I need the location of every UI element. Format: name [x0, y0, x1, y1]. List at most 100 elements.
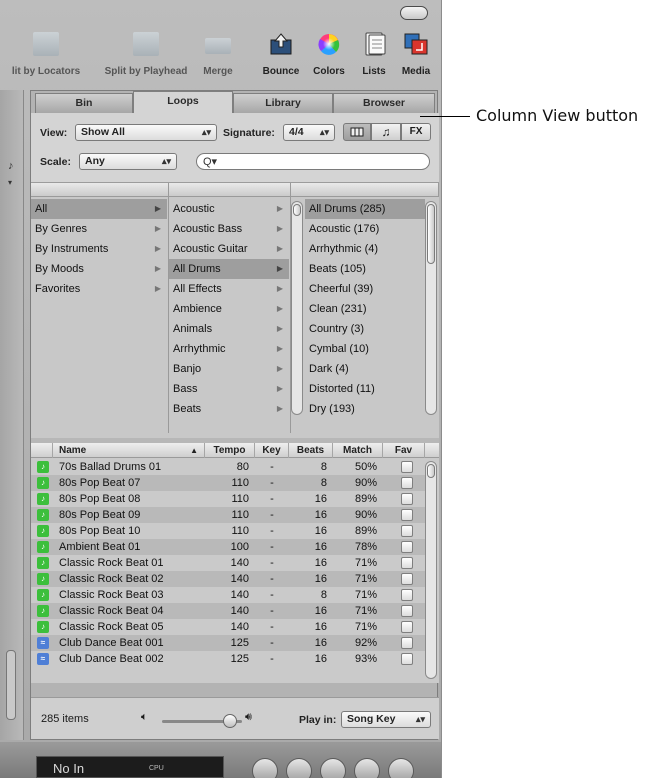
category-item[interactable]: By Moods ▶ — [31, 259, 167, 279]
keyword-item[interactable]: Cheerful (39) — [305, 279, 425, 299]
fx-view-button[interactable]: FX — [401, 123, 431, 141]
table-row[interactable]: ♪ 70s Ballad Drums 01 80 - 8 50% — [31, 459, 425, 475]
subcategory-item[interactable]: Animals ▶ — [169, 319, 289, 339]
favorite-checkbox[interactable] — [401, 573, 413, 585]
favorite-checkbox[interactable] — [401, 637, 413, 649]
audio-loop-icon: ♪ — [37, 589, 49, 601]
rewind-button[interactable] — [252, 758, 278, 778]
lists-button[interactable]: Lists — [354, 28, 394, 84]
subcategory-item[interactable]: Banjo ▶ — [169, 359, 289, 379]
keyword-scrollbar[interactable] — [425, 201, 437, 415]
scrollbar-thumb[interactable] — [427, 464, 435, 478]
subcategory-item[interactable]: Beats ▶ — [169, 399, 289, 419]
subcategory-item[interactable]: All Effects ▶ — [169, 279, 289, 299]
column-scrollbar[interactable] — [291, 201, 303, 415]
play-button[interactable] — [320, 758, 346, 778]
column-header-tempo[interactable]: Tempo — [205, 443, 255, 458]
table-row[interactable]: ≈ Club Dance Beat 002 125 - 16 93% — [31, 651, 425, 667]
merge-button[interactable]: Merge — [198, 28, 238, 84]
lcd-text: No In — [53, 761, 85, 776]
table-row[interactable]: ♪ 80s Pop Beat 08 110 - 16 89% — [31, 491, 425, 507]
category-item[interactable]: Favorites ▶ — [31, 279, 167, 299]
media-button[interactable]: Media — [394, 28, 438, 84]
toolbar-toggle-button[interactable] — [400, 6, 428, 20]
cell-tempo: 140 — [230, 605, 249, 617]
column-header-fav[interactable]: Fav — [383, 443, 425, 458]
forward-button[interactable] — [354, 758, 380, 778]
tab-browser[interactable]: Browser — [333, 93, 435, 113]
favorite-checkbox[interactable] — [401, 461, 413, 473]
subcategory-item[interactable]: Bass ▶ — [169, 379, 289, 399]
favorite-checkbox[interactable] — [401, 541, 413, 553]
keyword-item[interactable]: Cymbal (10) — [305, 339, 425, 359]
favorite-checkbox[interactable] — [401, 493, 413, 505]
keyword-item[interactable]: Dry (193) — [305, 399, 425, 419]
cell-tempo: 110 — [231, 509, 249, 521]
column-header-key[interactable]: Key — [255, 443, 289, 458]
cell-match: 93% — [354, 653, 377, 665]
table-row[interactable]: ♪ Classic Rock Beat 05 140 - 16 71% — [31, 619, 425, 635]
view-popup[interactable]: Show All ▴▾ — [75, 124, 217, 141]
column-view-button[interactable] — [343, 123, 371, 141]
keyword-item[interactable]: Dark (4) — [305, 359, 425, 379]
split-by-locators-button[interactable]: lit by Locators — [0, 28, 92, 84]
table-row[interactable]: ♪ Classic Rock Beat 04 140 - 16 71% — [31, 603, 425, 619]
table-row[interactable]: ≈ Club Dance Beat 001 125 - 16 92% — [31, 635, 425, 651]
keyword-item[interactable]: Distorted (11) — [305, 379, 425, 399]
music-view-button[interactable]: ♫ — [371, 123, 401, 141]
volume-fader[interactable] — [6, 650, 16, 720]
subcategory-item[interactable]: Acoustic ▶ — [169, 199, 289, 219]
table-row[interactable]: ♪ Classic Rock Beat 03 140 - 8 71% — [31, 587, 425, 603]
bounce-button[interactable]: Bounce — [256, 28, 306, 84]
keyword-item[interactable]: Acoustic (176) — [305, 219, 425, 239]
keyword-item[interactable]: Country (3) — [305, 319, 425, 339]
scale-popup[interactable]: Any ▴▾ — [79, 153, 177, 170]
table-scrollbar[interactable] — [425, 461, 437, 679]
preview-volume-knob[interactable] — [223, 714, 237, 728]
tab-bin[interactable]: Bin — [35, 93, 133, 113]
stop-button[interactable] — [286, 758, 312, 778]
favorite-checkbox[interactable] — [401, 525, 413, 537]
tab-library[interactable]: Library — [233, 93, 333, 113]
favorite-checkbox[interactable] — [401, 589, 413, 601]
record-button[interactable] — [388, 758, 414, 778]
subcategory-item[interactable]: All Drums ▶ — [169, 259, 289, 279]
column-header-match[interactable]: Match — [333, 443, 383, 458]
subcategory-item[interactable]: Ambience ▶ — [169, 299, 289, 319]
colors-button[interactable]: Colors — [306, 28, 352, 84]
play-in-popup[interactable]: Song Key ▴▾ — [341, 711, 431, 728]
category-item[interactable]: By Instruments ▶ — [31, 239, 167, 259]
keyword-item[interactable]: Arrhythmic (4) — [305, 239, 425, 259]
favorite-checkbox[interactable] — [401, 621, 413, 633]
table-row[interactable]: ♪ Classic Rock Beat 01 140 - 16 71% — [31, 555, 425, 571]
table-row[interactable]: ♪ Ambient Beat 01 100 - 16 78% — [31, 539, 425, 555]
favorite-checkbox[interactable] — [401, 509, 413, 521]
category-item[interactable]: By Genres ▶ — [31, 219, 167, 239]
keyword-item[interactable]: Beats (105) — [305, 259, 425, 279]
scrollbar-thumb[interactable] — [427, 204, 435, 264]
keyword-item[interactable]: Clean (231) — [305, 299, 425, 319]
favorite-checkbox[interactable] — [401, 477, 413, 489]
favorite-checkbox[interactable] — [401, 653, 413, 665]
cell-name: 80s Pop Beat 10 — [59, 525, 141, 537]
favorite-checkbox[interactable] — [401, 557, 413, 569]
scrollbar-thumb[interactable] — [293, 204, 301, 216]
column-header-beats[interactable]: Beats — [289, 443, 333, 458]
subcategory-item[interactable]: Acoustic Bass ▶ — [169, 219, 289, 239]
table-row[interactable]: ♪ 80s Pop Beat 10 110 - 16 89% — [31, 523, 425, 539]
table-row[interactable]: ♪ 80s Pop Beat 07 110 - 8 90% — [31, 475, 425, 491]
split-by-playhead-button[interactable]: Split by Playhead — [96, 28, 196, 84]
column-header-name[interactable]: Name ▲ — [53, 443, 205, 458]
favorite-checkbox[interactable] — [401, 605, 413, 617]
table-row[interactable]: ♪ Classic Rock Beat 02 140 - 16 71% — [31, 571, 425, 587]
category-item[interactable]: All ▶ — [31, 199, 167, 219]
signature-popup[interactable]: 4/4 ▴▾ — [283, 124, 335, 141]
search-field[interactable]: Q▾ — [196, 153, 430, 170]
tab-loops[interactable]: Loops — [133, 91, 233, 114]
subcategory-item[interactable]: Acoustic Guitar ▶ — [169, 239, 289, 259]
keyword-item[interactable]: All Drums (285) — [305, 199, 425, 219]
scale-popup-value: Any — [85, 155, 105, 167]
subcategory-item[interactable]: Arrhythmic ▶ — [169, 339, 289, 359]
cell-beats: 16 — [314, 653, 327, 665]
table-row[interactable]: ♪ 80s Pop Beat 09 110 - 16 90% — [31, 507, 425, 523]
